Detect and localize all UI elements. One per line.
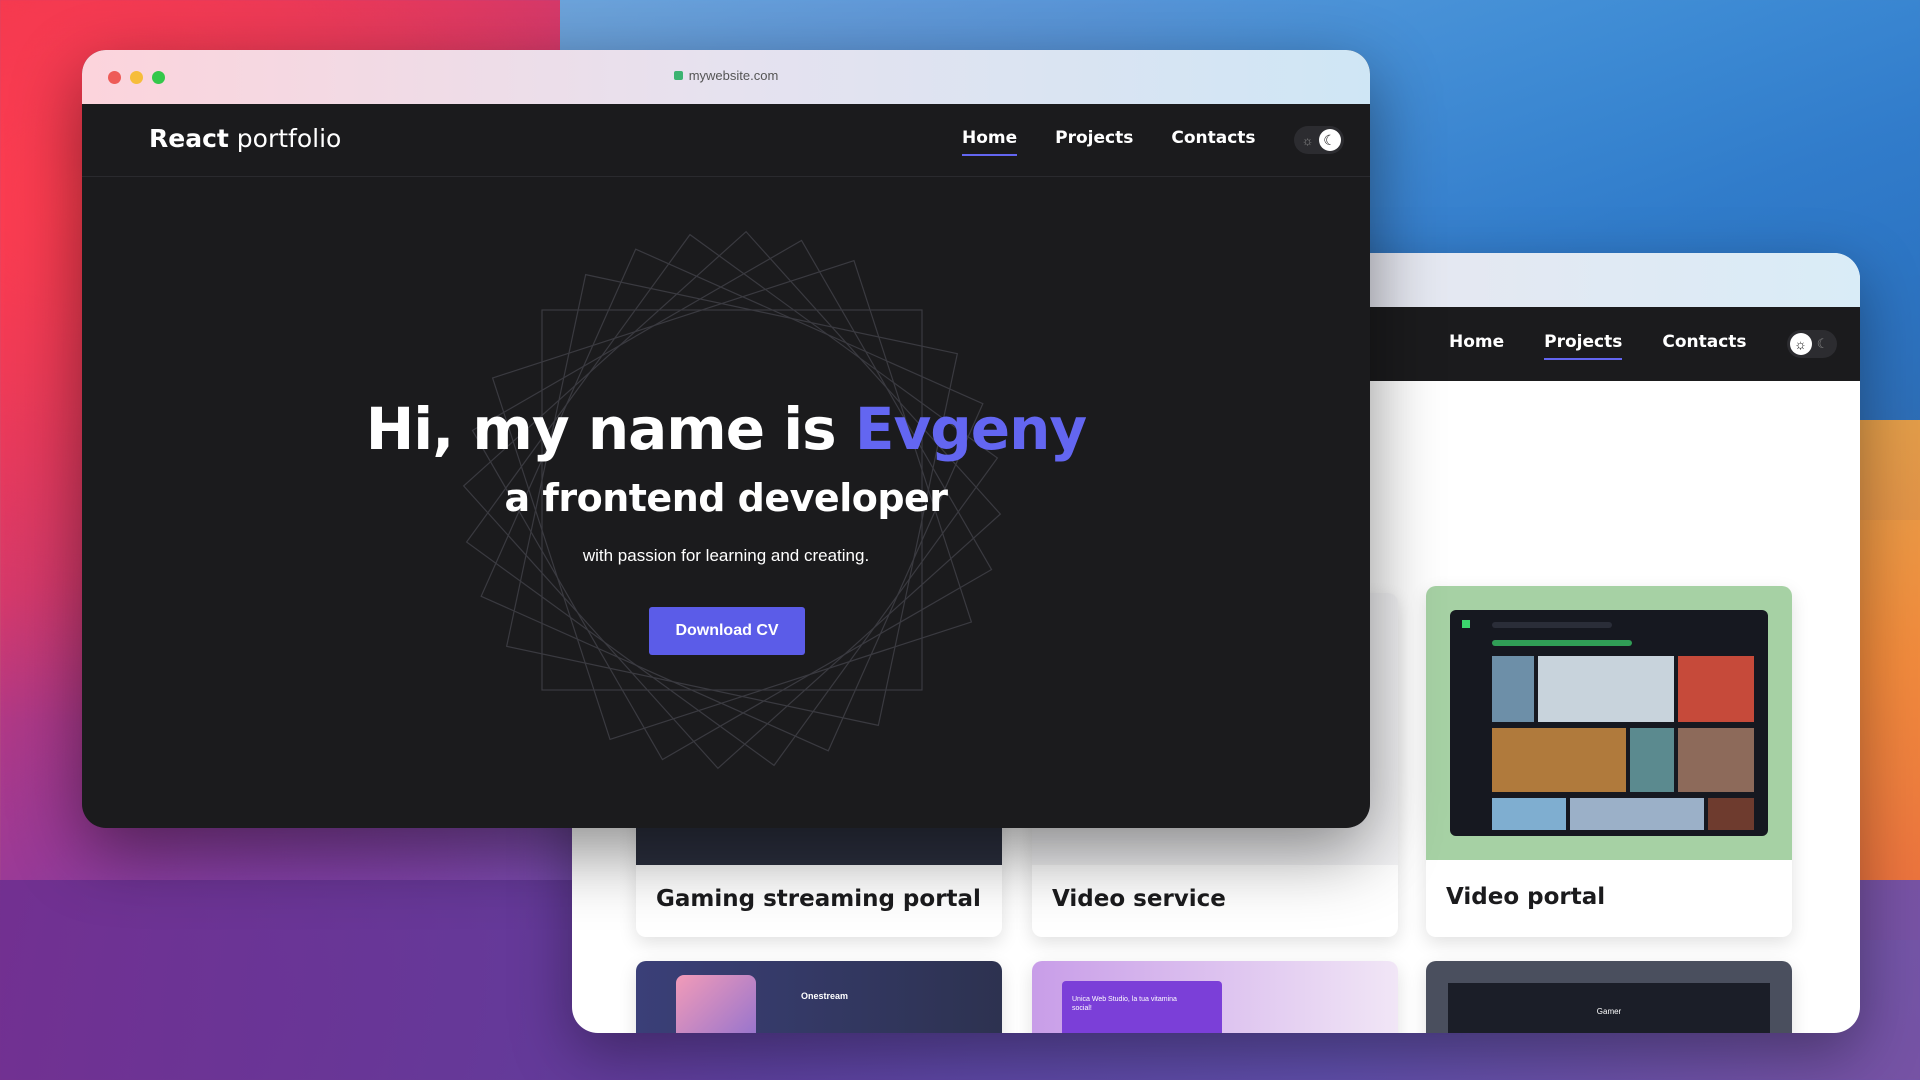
project-card[interactable]: Gamer xyxy=(1426,961,1792,1033)
hero-subheading: a frontend developer xyxy=(504,476,948,520)
project-thumbnail xyxy=(1426,586,1792,860)
project-title: Video portal xyxy=(1446,884,1606,910)
project-card[interactable]: Unica Web Studio, la tua vitamina social… xyxy=(1032,961,1398,1033)
project-title: Video service xyxy=(1052,886,1226,912)
hero-greeting: Hi, my name is xyxy=(365,395,855,463)
hero-section: Hi, my name is Evgeny a frontend develop… xyxy=(82,50,1370,828)
project-title: Gaming streaming portal xyxy=(656,886,981,912)
sun-icon: ☼ xyxy=(1789,333,1812,355)
theme-toggle[interactable]: ☼ ☾ xyxy=(1786,330,1837,358)
project-card[interactable]: Onestream xyxy=(636,961,1002,1033)
moon-icon: ☾ xyxy=(1816,336,1829,351)
hero-heading: Hi, my name is Evgeny xyxy=(82,395,1370,463)
hero-name: Evgeny xyxy=(854,395,1087,463)
hero-tagline: with passion for learning and creating. xyxy=(582,546,870,565)
project-card[interactable]: Video portal xyxy=(1426,586,1792,937)
thumb-text: Gamer xyxy=(1596,1007,1622,1016)
nav-projects[interactable]: Projects xyxy=(1544,332,1623,360)
thumb-text: Unica Web Studio, la tua vitamina social… xyxy=(1072,996,1177,1012)
home-window: mywebsite.com React portfolio Home Proje… xyxy=(82,50,1370,828)
video-portal-screenshot xyxy=(1450,610,1768,836)
nav-home[interactable]: Home xyxy=(1449,332,1504,356)
project-thumbnail xyxy=(676,975,756,1033)
thumb-text: Onestream xyxy=(801,991,849,1001)
download-cv-button[interactable]: Download CV xyxy=(649,607,805,655)
nav-contacts[interactable]: Contacts xyxy=(1662,332,1746,356)
